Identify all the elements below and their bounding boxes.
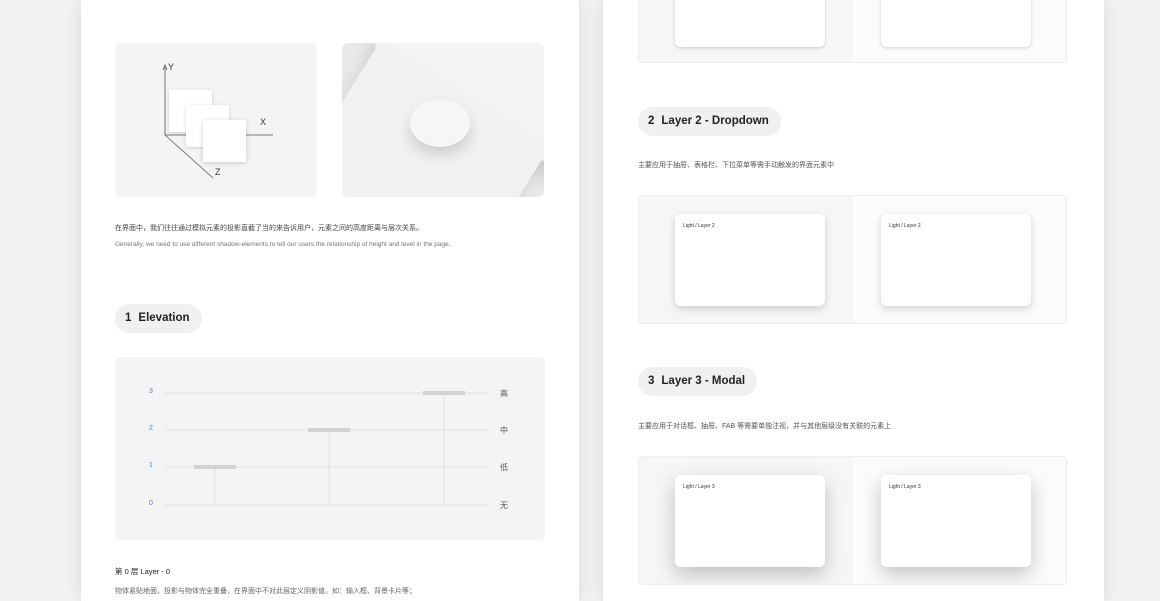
layer-3-demo-left: Light / Layer 3	[639, 457, 853, 584]
layer-2-demo-left: Light / Layer 2	[639, 196, 853, 323]
elevation-bar-level-2	[308, 428, 350, 432]
intro-chinese: 在界面中，我们往往通过模拟元素的投影直截了当的来告诉用户，元素之间的高度距离与层…	[115, 225, 423, 232]
intro-english: Generally, we need to use different shad…	[115, 241, 451, 248]
axis-diagram: Y X Z	[115, 43, 317, 197]
section-2-description: 主要应用于抽屉、表格栏、下拉菜单等需手动触发的界面元素中	[638, 162, 834, 169]
level-label-2: 中	[500, 426, 508, 435]
level-label-0: 无	[500, 501, 508, 510]
layer-3-card-label: Light / Layer 3	[683, 484, 715, 490]
z-axis-label: Z	[215, 167, 221, 177]
render-disc	[410, 99, 470, 147]
level-label-1: 低	[500, 463, 508, 472]
section-1-pill: 1 Elevation	[115, 304, 202, 333]
layer-0-description: 物体紧贴地面，投影与物体完全重叠，在界面中不对此层定义阴影值。如：输入框、背景卡…	[115, 588, 416, 595]
section-3-title: Layer 3 - Modal	[661, 375, 746, 387]
level-value-1: 1	[149, 462, 153, 469]
layer-0-title: 第 0 层 Layer - 0	[115, 567, 171, 576]
section-2-pill: 2 Layer 2 - Dropdown	[638, 107, 781, 136]
layer-1-demo-light	[639, 0, 853, 62]
layer-2-card: Light / Layer 2	[881, 214, 1031, 306]
section-3-description: 主要应用于对话框、抽屉、FAB 等需要单独注视，并与其他层级没有关联的元素上	[638, 423, 892, 430]
render-illustration	[342, 43, 544, 197]
layer-1-demo-dark	[853, 0, 1066, 62]
axis-plane-3	[203, 120, 246, 162]
x-axis-label: X	[260, 117, 267, 127]
layer-3-demo-right: Light / Layer 3	[853, 457, 1066, 584]
level-value-0: 0	[149, 500, 153, 507]
section-2-title: Layer 2 - Dropdown	[661, 115, 769, 127]
level-label-3: 高	[500, 389, 508, 398]
elevation-bar-level-3	[423, 391, 465, 395]
level-value-2: 2	[149, 425, 153, 432]
layer-2-demo-right: Light / Layer 2	[853, 196, 1066, 323]
layer-1-card	[881, 0, 1031, 47]
layer-3-card-label: Light / Layer 3	[889, 484, 921, 490]
layer-3-card: Light / Layer 3	[881, 475, 1031, 567]
layer-2-card-label: Light / Layer 2	[889, 223, 921, 229]
level-value-3: 3	[149, 388, 153, 395]
layer-2-card: Light / Layer 2	[675, 214, 825, 306]
layer-1-demo	[638, 0, 1067, 63]
y-axis-label: Y	[168, 62, 175, 72]
section-3-number: 3	[648, 375, 655, 387]
layer-3-demo: Light / Layer 3 Light / Layer 3	[638, 456, 1067, 585]
right-page: 2 Layer 2 - Dropdown 主要应用于抽屉、表格栏、下拉菜单等需手动…	[603, 0, 1104, 601]
elevation-chart: 3 高 2 中 1 低 0 无	[115, 357, 545, 540]
left-page: Y X Z 在界面中，我们往往通过模拟元素的投影直截了当的来告诉用户，元素之间的…	[81, 0, 579, 601]
layer-1-card	[675, 0, 825, 47]
layer-2-demo: Light / Layer 2 Light / Layer 2	[638, 195, 1067, 324]
elevation-bar-level-1	[194, 465, 236, 469]
elevation-chart-svg	[165, 391, 488, 506]
section-1-title: Elevation	[138, 312, 190, 324]
layer-2-card-label: Light / Layer 2	[683, 223, 715, 229]
section-1-number: 1	[125, 312, 132, 324]
section-3-pill: 3 Layer 3 - Modal	[638, 367, 758, 396]
section-2-number: 2	[648, 115, 655, 127]
layer-3-card: Light / Layer 3	[675, 475, 825, 567]
